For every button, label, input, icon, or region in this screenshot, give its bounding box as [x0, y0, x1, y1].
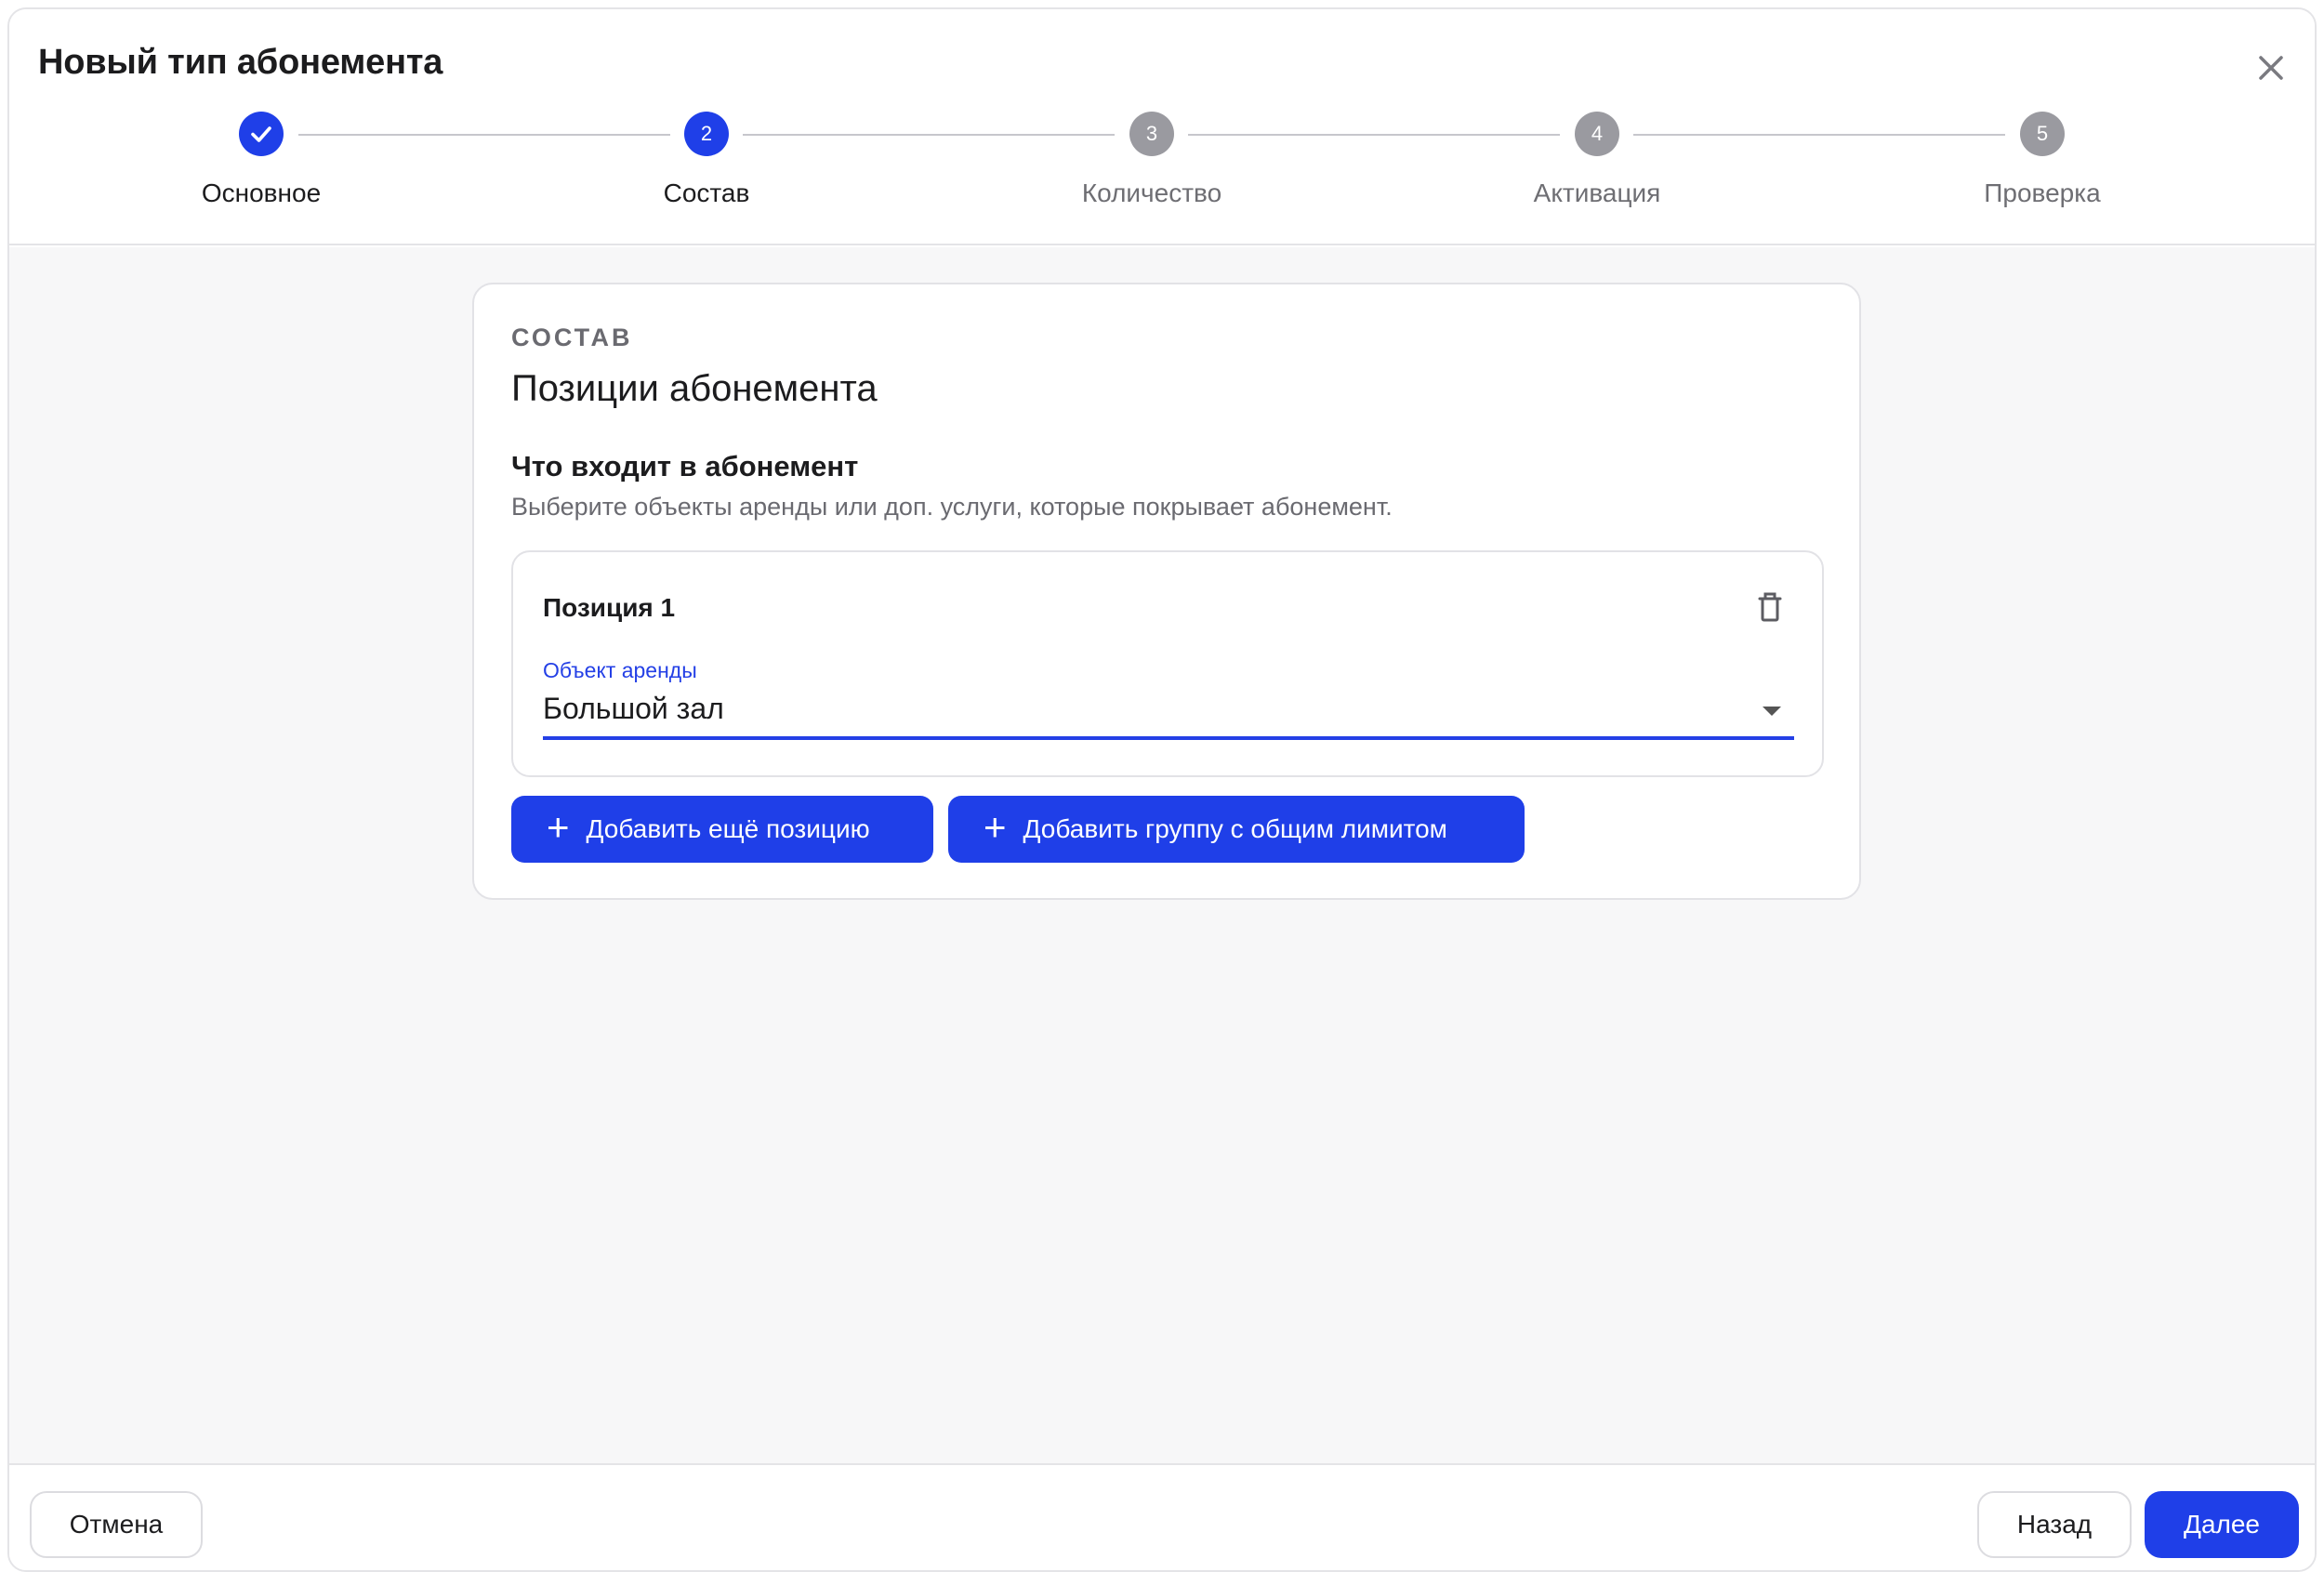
composition-card: СОСТАВ Позиции абонемента Что входит в а… — [472, 283, 1861, 900]
step-label: Проверка — [1984, 178, 2101, 207]
step-done-circle — [239, 112, 284, 156]
section-overline: СОСТАВ — [511, 324, 633, 351]
plus-icon: + — [984, 805, 1007, 849]
add-position-button[interactable]: + Добавить ещё позицию — [511, 796, 933, 863]
caret-down-icon — [1763, 707, 1781, 716]
step-label: Состав — [663, 178, 750, 207]
back-button[interactable]: Назад — [1977, 1491, 2132, 1558]
check-icon — [251, 126, 271, 142]
step-label: Основное — [201, 178, 322, 207]
plus-icon: + — [547, 805, 570, 849]
step-number: 2 — [684, 112, 729, 156]
rental-object-select[interactable]: Большой зал — [543, 688, 1794, 740]
dialog-title: Новый тип абонемента — [38, 43, 443, 82]
step-number: 3 — [1129, 112, 1174, 156]
dialog-footer: Отмена Назад Далее — [9, 1463, 2315, 1570]
add-position-label: Добавить ещё позицию — [586, 814, 870, 843]
section-description: Выберите объекты аренды или доп. услуги,… — [511, 493, 1393, 521]
new-subscription-type-dialog: Новый тип абонемента Основное 2 Состав 3… — [7, 7, 2317, 1572]
cancel-button[interactable]: Отмена — [30, 1491, 203, 1558]
step-number: 4 — [1575, 112, 1619, 156]
section-title: Что входит в абонемент — [511, 450, 859, 482]
step-quantity[interactable]: 3 Количество — [966, 106, 1338, 208]
stepper: Основное 2 Состав 3 Количество 4 Активац… — [9, 106, 2315, 227]
step-label: Активация — [1533, 178, 1661, 207]
next-button[interactable]: Далее — [2145, 1491, 2299, 1558]
dialog-header: Новый тип абонемента Основное 2 Состав 3… — [9, 9, 2315, 245]
rental-object-label: Объект аренды — [543, 658, 697, 682]
close-icon — [2259, 56, 2283, 80]
step-main[interactable]: Основное — [75, 106, 447, 208]
step-number: 5 — [2020, 112, 2065, 156]
step-activation[interactable]: 4 Активация — [1411, 106, 1783, 208]
step-composition[interactable]: 2 Состав — [521, 106, 892, 208]
add-group-label: Добавить группу с общим лимитом — [1023, 814, 1447, 843]
rental-object-value: Большой зал — [543, 692, 724, 725]
trash-icon — [1758, 592, 1782, 622]
dialog-content: СОСТАВ Позиции абонемента Что входит в а… — [9, 247, 2315, 1463]
delete-position-button[interactable] — [1751, 589, 1789, 627]
step-label: Количество — [1081, 178, 1222, 207]
add-group-button[interactable]: + Добавить группу с общим лимитом — [948, 796, 1525, 863]
position-title: Позиция 1 — [543, 593, 676, 622]
close-button[interactable] — [2250, 46, 2292, 89]
card-title: Позиции абонемента — [511, 368, 878, 409]
step-review[interactable]: 5 Проверка — [1856, 106, 2228, 208]
position-item: Позиция 1 Объект аренды Большой зал — [511, 550, 1824, 777]
